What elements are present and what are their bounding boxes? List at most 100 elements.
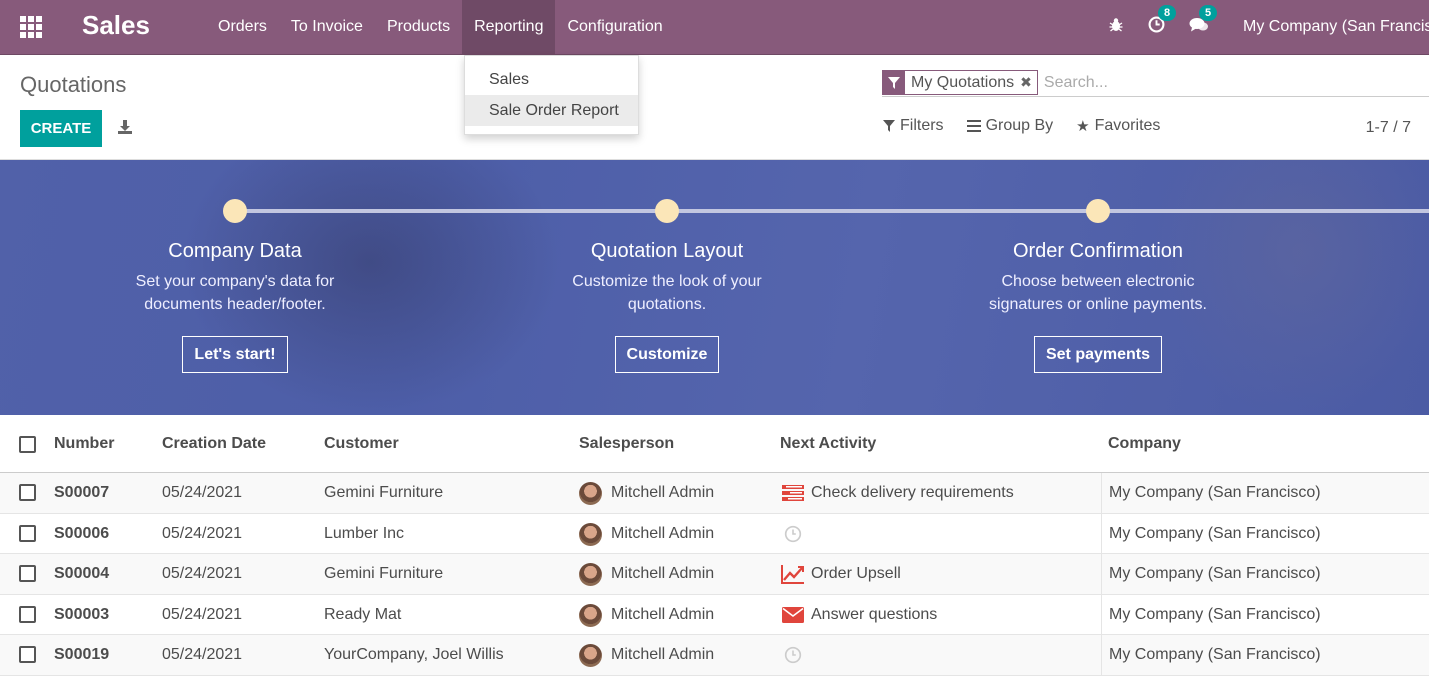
table-row[interactable]: S00019 05/24/2021 YourCompany, Joel Will… <box>0 635 1429 676</box>
cell-customer: Ready Mat <box>324 605 402 623</box>
breadcrumb: Quotations <box>20 72 127 97</box>
cell-number: S00006 <box>54 524 110 542</box>
column-salesperson[interactable]: Salesperson <box>579 435 674 453</box>
step-title: Order Confirmation <box>1012 240 1184 262</box>
systray: 8 5 My Company (San Francisco) <box>1108 0 1429 54</box>
cell-date: 05/24/2021 <box>162 524 243 542</box>
row-checkbox[interactable] <box>19 605 36 623</box>
table-header: Number Creation Date Customer Salesperso… <box>0 415 1429 473</box>
cell-company: My Company (San Francisco) <box>1101 554 1429 594</box>
top-navbar: Sales Orders To Invoice Products Reporti… <box>0 0 1429 55</box>
cell-number: S00003 <box>54 605 110 623</box>
star-icon: ★ <box>1076 118 1090 135</box>
search-facet: My Quotations ✖ <box>882 70 1038 95</box>
cell-activity: Check delivery requirements <box>811 484 1014 501</box>
dropdown-item-sale-order-report[interactable]: Sale Order Report <box>465 95 638 126</box>
facet-remove-icon[interactable]: ✖ <box>1020 74 1037 91</box>
row-checkbox[interactable] <box>19 524 36 542</box>
cell-date: 05/24/2021 <box>162 565 243 582</box>
group-by-toggle[interactable]: Group By <box>966 117 1054 135</box>
search-input[interactable] <box>1043 73 1344 92</box>
filters-label: Filters <box>900 117 944 134</box>
debug-bug-icon[interactable] <box>1108 17 1124 38</box>
row-checkbox[interactable] <box>19 646 36 663</box>
avatar <box>579 482 602 505</box>
step-title: Quotation Layout <box>590 240 744 262</box>
column-company[interactable]: Company <box>1108 435 1181 453</box>
column-number[interactable]: Number <box>54 435 114 453</box>
favorites-label: Favorites <box>1094 117 1161 134</box>
cell-customer: Gemini Furniture <box>324 484 444 501</box>
cell-activity: Order Upsell <box>811 565 901 582</box>
step-dot-2 <box>655 199 679 223</box>
row-checkbox[interactable] <box>19 565 36 582</box>
reporting-dropdown: Sales Sale Order Report <box>464 55 639 135</box>
envelope-icon[interactable] <box>781 605 805 625</box>
activity-count-badge: 8 <box>1158 5 1177 21</box>
app-brand[interactable]: Sales <box>82 10 150 41</box>
cell-number: S00004 <box>54 565 110 582</box>
cell-date: 05/24/2021 <box>162 646 243 663</box>
download-icon[interactable] <box>117 119 133 140</box>
tasks-icon[interactable] <box>781 483 805 503</box>
create-button[interactable]: CREATE <box>20 110 102 147</box>
menu-to-invoice[interactable]: To Invoice <box>279 0 375 54</box>
facet-value: My Quotations <box>911 73 1015 91</box>
menu-products[interactable]: Products <box>375 0 462 54</box>
table-row[interactable]: S00007 05/24/2021 Gemini Furniture Mitch… <box>0 473 1429 514</box>
customize-button[interactable]: Customize <box>614 336 720 373</box>
dropdown-item-sales[interactable]: Sales <box>465 64 638 95</box>
table-row[interactable]: S00003 05/24/2021 Ready Mat Mitchell Adm… <box>0 594 1429 635</box>
pager-value[interactable]: 1-7 / 7 <box>1366 119 1411 137</box>
group-by-label: Group By <box>985 117 1054 134</box>
lets-start-button[interactable]: Let's start! <box>182 336 288 373</box>
cell-company: My Company (San Francisco) <box>1101 513 1429 554</box>
search-bar: My Quotations ✖ <box>882 69 1429 97</box>
cell-customer: Lumber Inc <box>324 524 405 542</box>
line-chart-icon[interactable] <box>781 564 805 584</box>
select-all-checkbox[interactable] <box>19 436 36 453</box>
avatar <box>579 563 602 586</box>
set-payments-button[interactable]: Set payments <box>1033 336 1163 373</box>
column-creation-date[interactable]: Creation Date <box>162 435 266 453</box>
main-menu: Orders To Invoice Products Reporting Con… <box>206 0 675 54</box>
cell-company: My Company (San Francisco) <box>1101 473 1429 513</box>
messages-count-badge: 5 <box>1199 5 1218 21</box>
quotations-table: Number Creation Date Customer Salesperso… <box>0 415 1429 676</box>
step-dot-3 <box>1086 199 1110 223</box>
cell-salesperson: Mitchell Admin <box>611 484 715 501</box>
table-row[interactable]: S00006 05/24/2021 Lumber Inc Mitchell Ad… <box>0 513 1429 554</box>
cell-number: S00007 <box>54 484 110 501</box>
apps-menu-icon[interactable] <box>20 16 42 38</box>
step-description: Set your company's data for documents he… <box>135 273 335 313</box>
company-switcher[interactable]: My Company (San Francisco) <box>1243 18 1429 36</box>
column-customer[interactable]: Customer <box>324 435 399 453</box>
search-options: Filters Group By ★ Favorites <box>883 117 1183 135</box>
table-body: S00007 05/24/2021 Gemini Furniture Mitch… <box>0 473 1429 676</box>
favorites-toggle[interactable]: ★ Favorites <box>1076 117 1160 135</box>
clock-icon[interactable] <box>781 524 805 544</box>
table-row[interactable]: S00004 05/24/2021 Gemini Furniture Mitch… <box>0 554 1429 595</box>
cell-activity: Answer questions <box>811 605 938 623</box>
activity-clock-icon[interactable]: 8 <box>1148 5 1177 38</box>
cell-company: My Company (San Francisco) <box>1101 635 1429 675</box>
control-panel: Quotations CREATE My Quotations ✖ Filter… <box>0 55 1429 160</box>
menu-reporting[interactable]: Reporting <box>462 0 556 54</box>
cell-customer: YourCompany, Joel Willis <box>324 646 504 663</box>
messages-comments-icon[interactable]: 5 <box>1189 5 1218 38</box>
filters-toggle[interactable]: Filters <box>883 117 944 135</box>
cell-number: S00019 <box>54 646 110 663</box>
bars-icon <box>966 120 981 132</box>
cell-salesperson: Mitchell Admin <box>611 605 715 623</box>
cell-salesperson: Mitchell Admin <box>611 524 715 542</box>
row-checkbox[interactable] <box>19 484 36 501</box>
cell-company: My Company (San Francisco) <box>1101 594 1429 635</box>
column-next-activity[interactable]: Next Activity <box>780 435 876 453</box>
filter-icon <box>883 71 905 94</box>
menu-orders[interactable]: Orders <box>206 0 279 54</box>
menu-configuration[interactable]: Configuration <box>555 0 674 54</box>
cell-date: 05/24/2021 <box>162 605 243 623</box>
cell-salesperson: Mitchell Admin <box>611 565 715 582</box>
clock-icon[interactable] <box>781 645 805 665</box>
cell-customer: Gemini Furniture <box>324 565 444 582</box>
